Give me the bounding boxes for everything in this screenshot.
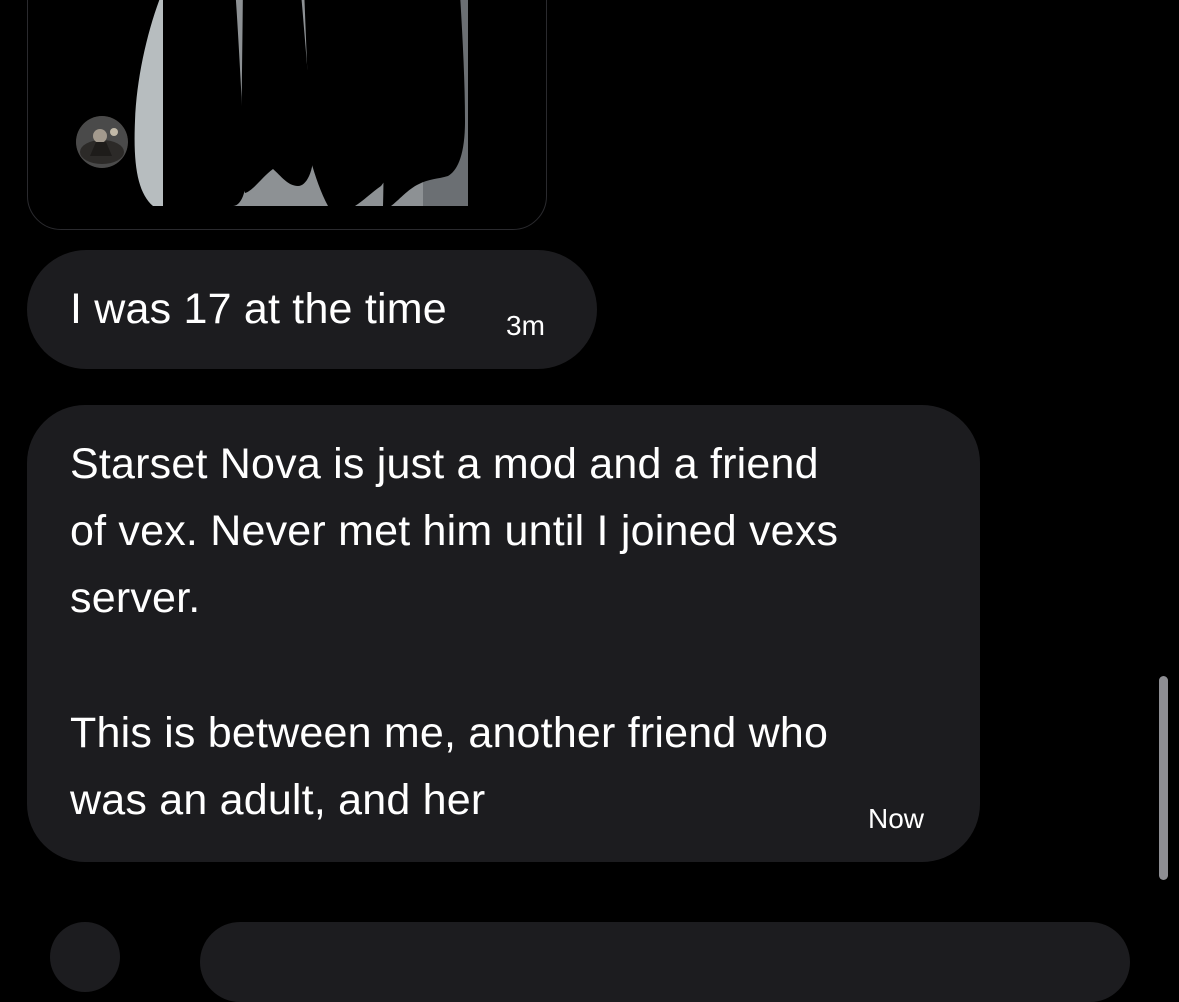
- message-text-line: Starset Nova is just a mod and a friend: [70, 440, 819, 488]
- message-time: 3m: [506, 310, 545, 341]
- next-message-bubble[interactable]: [200, 922, 1130, 1002]
- shared-photo[interactable]: [123, 0, 498, 206]
- message-text-line: was an adult, and her: [70, 776, 486, 824]
- message-text-line: of vex. Never met him until I joined vex…: [70, 507, 839, 555]
- message-text-line: server.: [70, 574, 201, 622]
- sender-avatar-icon[interactable]: [76, 116, 128, 168]
- message-text: I was 17 at the time: [70, 285, 447, 333]
- message-time: Now: [868, 803, 925, 834]
- next-avatar-icon[interactable]: [50, 922, 120, 992]
- scrollbar[interactable]: [1159, 676, 1168, 880]
- message-text-line: This is between me, another friend who: [70, 709, 829, 757]
- shared-media-card[interactable]: [27, 0, 547, 230]
